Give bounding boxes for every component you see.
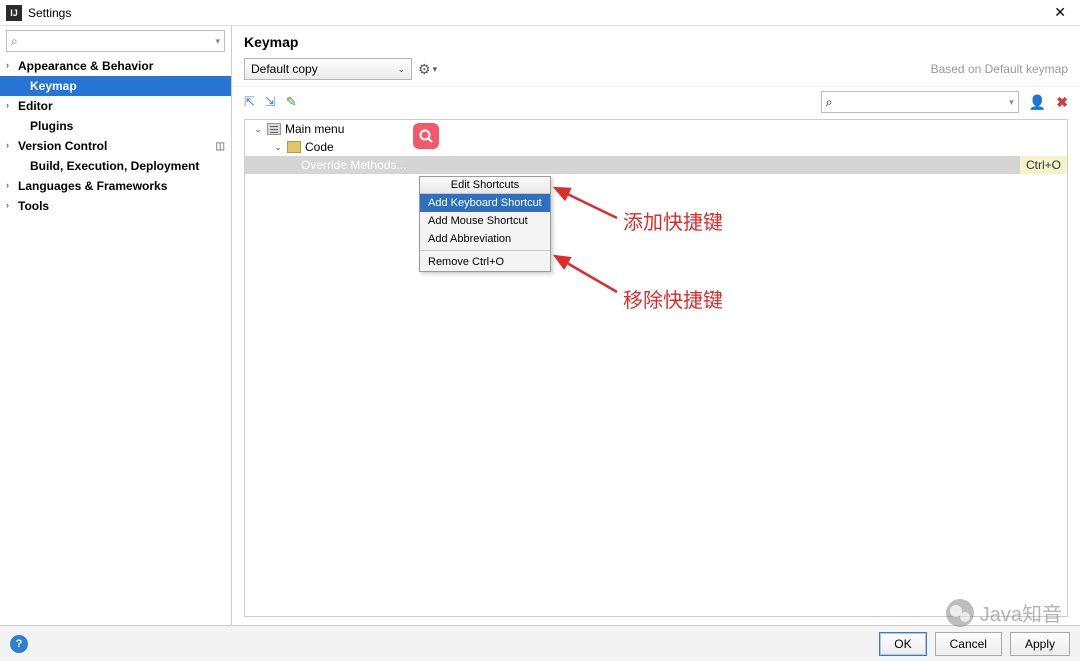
arrow-annotation [551, 252, 621, 296]
sidebar-search-input[interactable] [20, 33, 216, 49]
ok-button[interactable]: OK [879, 632, 926, 656]
keymap-scheme-select[interactable]: Default copy ⌄ [244, 58, 412, 80]
action-search-input[interactable] [833, 94, 1010, 110]
dropdown-icon: ▾ [215, 36, 220, 47]
tree-child[interactable]: ⌄ Code [245, 138, 1067, 156]
title-bar: IJ Settings ✕ [0, 0, 1080, 26]
nav-keymap[interactable]: Keymap [0, 76, 231, 96]
search-icon: ⌕ [11, 34, 18, 49]
nav-plugins[interactable]: Plugins [0, 116, 231, 136]
close-icon[interactable]: ✕ [1046, 4, 1074, 21]
arrow-annotation [551, 184, 621, 224]
tree-selected-action[interactable]: Override Methods... Ctrl+O [245, 156, 1067, 174]
clear-icon[interactable]: ✖ [1056, 94, 1068, 111]
app-icon: IJ [6, 5, 22, 21]
action-search[interactable]: ⌕ ▾ [821, 91, 1019, 113]
expand-all-icon[interactable]: ⇱ [244, 94, 255, 110]
collapse-all-icon[interactable]: ⇲ [265, 94, 276, 110]
ctx-add-mouse[interactable]: Add Mouse Shortcut [420, 212, 550, 230]
ctx-remove[interactable]: Remove Ctrl+O [420, 253, 550, 271]
chevron-down-icon: ⌄ [397, 64, 405, 75]
ctx-title: Edit Shortcuts [420, 177, 550, 194]
annotation-remove: 移除快捷键 [623, 284, 723, 313]
keymap-tree[interactable]: ⌄ Main menu ⌄ Code Override Methods... C… [244, 119, 1068, 617]
search-icon: ⌕ [826, 95, 833, 110]
help-icon[interactable]: ? [10, 635, 28, 653]
cancel-button[interactable]: Cancel [935, 632, 1002, 656]
vc-badge-icon: ◫ [216, 141, 225, 152]
action-label: Override Methods... [301, 158, 406, 172]
based-on-label: Based on Default keymap [931, 62, 1068, 76]
tree-root[interactable]: ⌄ Main menu [245, 120, 1067, 138]
action-shortcut: Ctrl+O [1020, 156, 1067, 174]
ctx-separator [420, 250, 550, 251]
annotation-add: 添加快捷键 [623, 206, 723, 235]
nav-build[interactable]: Build, Execution, Deployment [0, 156, 231, 176]
settings-sidebar: ⌕ ▾ ›Appearance & Behavior Keymap ›Edito… [0, 26, 232, 625]
tree-root-label: Main menu [285, 122, 344, 136]
collapse-icon[interactable]: ⌄ [253, 124, 263, 135]
dialog-footer: ? OK Cancel Apply [0, 625, 1080, 661]
dropdown-icon: ▾ [1009, 97, 1014, 108]
ctx-add-keyboard[interactable]: Add Keyboard Shortcut [420, 194, 550, 212]
highlight-search-icon [413, 123, 439, 149]
gear-icon[interactable]: ⚙ [418, 61, 431, 78]
nav-tools[interactable]: ›Tools [0, 196, 231, 216]
settings-nav: ›Appearance & Behavior Keymap ›Editor Pl… [0, 56, 231, 216]
menu-icon [267, 123, 281, 135]
edit-icon[interactable]: ✎ [286, 94, 297, 110]
nav-languages[interactable]: ›Languages & Frameworks [0, 176, 231, 196]
gear-dropdown-icon: ▾ [433, 64, 438, 75]
collapse-icon[interactable]: ⌄ [273, 142, 283, 153]
ctx-add-abbrev[interactable]: Add Abbreviation [420, 230, 550, 248]
nav-version-control[interactable]: ›Version Control◫ [0, 136, 231, 156]
sidebar-search[interactable]: ⌕ ▾ [6, 30, 225, 52]
page-title: Keymap [232, 26, 1080, 58]
find-by-shortcut-icon[interactable]: 👤 [1029, 94, 1046, 111]
main-panel: Keymap Default copy ⌄ ⚙ ▾ Based on Defau… [232, 26, 1080, 625]
apply-button[interactable]: Apply [1010, 632, 1070, 656]
nav-appearance[interactable]: ›Appearance & Behavior [0, 56, 231, 76]
context-menu: Edit Shortcuts Add Keyboard Shortcut Add… [419, 176, 551, 272]
tree-child-label: Code [305, 140, 334, 154]
window-title: Settings [28, 6, 71, 20]
folder-icon [287, 141, 301, 153]
nav-editor[interactable]: ›Editor [0, 96, 231, 116]
scheme-value: Default copy [251, 62, 318, 76]
